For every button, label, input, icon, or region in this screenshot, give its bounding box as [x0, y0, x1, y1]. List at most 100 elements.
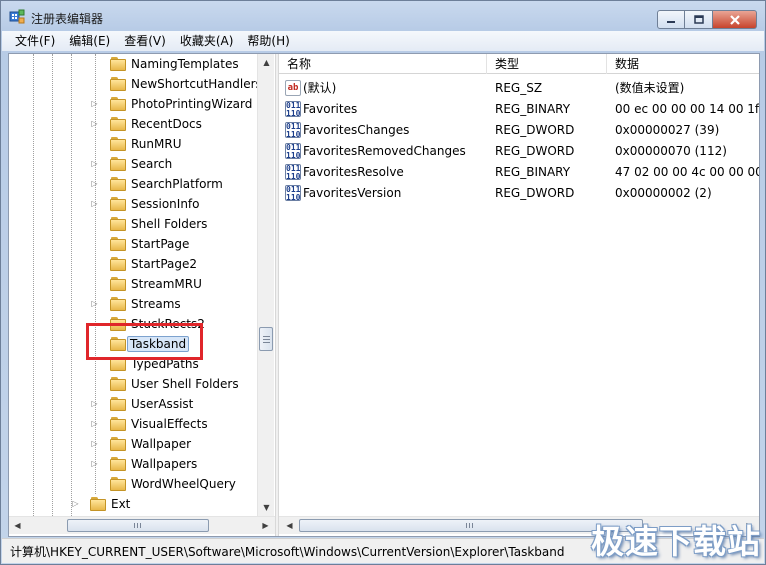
grip-line	[140, 523, 141, 528]
tree-item[interactable]: NewShortcutHandlers	[9, 74, 262, 94]
tree-item[interactable]: ▷ Wallpaper	[9, 434, 257, 454]
expand-arrow-icon[interactable]: ▷	[90, 99, 99, 108]
value-row[interactable]: 011 110 FavoritesResolve REG_BINARY 47 02 0…	[279, 162, 759, 183]
tree-item-label[interactable]: WordWheelQuery	[129, 476, 238, 492]
tree-item-label[interactable]: NewShortcutHandlers	[129, 76, 264, 92]
tree-item[interactable]: StreamMRU	[9, 274, 257, 294]
expand-arrow-icon[interactable]: ▷	[71, 499, 80, 508]
expand-arrow-icon[interactable]: ▷	[90, 419, 99, 428]
tree-item-label[interactable]: Ext	[109, 496, 132, 512]
tree-item[interactable]: ▷ SearchPlatform	[9, 174, 257, 194]
scroll-left-arrow-icon[interactable]: ◀	[281, 517, 298, 534]
menu-file[interactable]: 文件(F)	[8, 31, 62, 51]
folder-icon	[110, 157, 126, 171]
column-header-data[interactable]: 数据	[607, 54, 759, 74]
tree-item-label[interactable]: RunMRU	[129, 136, 183, 152]
scroll-down-arrow-icon[interactable]: ▼	[258, 499, 275, 516]
tree-item-label[interactable]: StartPage2	[129, 256, 199, 272]
tree-item[interactable]: ▷ SessionInfo	[9, 194, 257, 214]
registry-key-tree: NamingTemplates NewShortcutHandlers ▷ Photo…	[9, 54, 275, 536]
maximize-icon	[693, 15, 704, 24]
folder-icon	[110, 397, 126, 411]
scroll-left-arrow-icon[interactable]: ◀	[9, 517, 26, 534]
expand-arrow-icon[interactable]: ▷	[90, 119, 99, 128]
expand-arrow-icon[interactable]: ▷	[90, 179, 99, 188]
expand-arrow-icon[interactable]: ▷	[90, 199, 99, 208]
tree-horizontal-scrollbar[interactable]: ◀ ▶	[9, 516, 275, 534]
scroll-right-arrow-icon[interactable]: ▶	[257, 517, 274, 534]
maximize-button[interactable]	[685, 10, 713, 29]
grip-line	[137, 523, 138, 528]
grip-line	[134, 523, 135, 528]
tree-item[interactable]: RunMRU	[9, 134, 257, 154]
folder-icon	[110, 77, 126, 91]
value-name-cell: (默认)	[303, 81, 337, 95]
folder-icon	[110, 137, 126, 151]
binary-value-icon: 011 110	[285, 122, 301, 139]
tree-item-label[interactable]: PhotoPrintingWizard	[129, 96, 254, 112]
tree-item[interactable]: User Shell Folders	[9, 374, 257, 394]
tree-item-label[interactable]: User Shell Folders	[129, 376, 241, 392]
value-row[interactable]: 011 110 FavoritesChanges REG_DWORD 0x000000…	[279, 120, 759, 141]
tree-item[interactable]: ▷ UserAssist	[9, 394, 257, 414]
column-header-type[interactable]: 类型	[487, 54, 607, 74]
registry-editor-window: 注册表编辑器 文件(F) 编辑(E) 查看(V) 收藏夹(A) 帮助(H) Na…	[0, 0, 766, 565]
tree-item-label[interactable]: UserAssist	[129, 396, 195, 412]
tree-item-label[interactable]: Shell Folders	[129, 216, 209, 232]
close-button[interactable]	[713, 10, 757, 29]
tree-hscroll-thumb[interactable]	[67, 519, 209, 532]
tree-item-label[interactable]: Wallpapers	[129, 456, 199, 472]
title-bar[interactable]: 注册表编辑器	[1, 1, 765, 31]
menu-help[interactable]: 帮助(H)	[240, 31, 296, 51]
menu-bar: 文件(F) 编辑(E) 查看(V) 收藏夹(A) 帮助(H)	[2, 31, 764, 51]
tree-item-label[interactable]: NamingTemplates	[129, 56, 241, 72]
tree-item-label[interactable]: StartPage	[129, 236, 191, 252]
tree-item[interactable]: Shell Folders	[9, 214, 257, 234]
tree-item[interactable]: ▷ PhotoPrintingWizard	[9, 94, 257, 114]
tree-scroll-thumb[interactable]	[259, 327, 273, 351]
tree-item-label[interactable]: VisualEffects	[129, 416, 210, 432]
tree-item-label[interactable]: RecentDocs	[129, 116, 204, 132]
value-row[interactable]: 011 110 Favorites REG_BINARY 00 ec 00 00 00…	[279, 99, 759, 120]
value-row[interactable]: 011 110 FavoritesRemovedChanges REG_DWORD 0…	[279, 141, 759, 162]
menu-edit[interactable]: 编辑(E)	[62, 31, 117, 51]
status-path: 计算机\HKEY_CURRENT_USER\Software\Microsoft…	[10, 545, 565, 559]
tree-item[interactable]: ▷ RecentDocs	[9, 114, 257, 134]
tree-item-label[interactable]: SessionInfo	[129, 196, 202, 212]
tree-item[interactable]: StartPage	[9, 234, 257, 254]
tree-item[interactable]: ▷ VisualEffects	[9, 414, 257, 434]
column-header-name[interactable]: 名称	[279, 54, 487, 74]
expand-arrow-icon[interactable]: ▷	[90, 159, 99, 168]
expand-arrow-icon[interactable]: ▷	[90, 399, 99, 408]
tree-item-label[interactable]: Search	[129, 156, 174, 172]
expand-arrow-icon[interactable]: ▷	[90, 299, 99, 308]
tree-item[interactable]: ▷ Wallpapers	[9, 454, 257, 474]
grip-line	[263, 342, 270, 343]
value-data-cell: 0x00000070 (112)	[615, 144, 727, 158]
value-row[interactable]: ab (默认) REG_SZ (数值未设置)	[279, 78, 759, 99]
tree-item[interactable]: WordWheelQuery	[9, 474, 257, 494]
tree-item-label[interactable]: StreamMRU	[129, 276, 204, 292]
tree-item-label[interactable]: Wallpaper	[129, 436, 193, 452]
menu-view[interactable]: 查看(V)	[117, 31, 173, 51]
tree-item[interactable]: ▷ Ext	[9, 494, 257, 514]
tree-item-label[interactable]: Streams	[129, 296, 183, 312]
menu-favorites[interactable]: 收藏夹(A)	[173, 31, 241, 51]
expand-arrow-icon[interactable]: ▷	[90, 439, 99, 448]
tree-item[interactable]: ▷ Streams	[9, 294, 257, 314]
expand-arrow-icon[interactable]: ▷	[90, 459, 99, 468]
value-row[interactable]: 011 110 FavoritesVersion REG_DWORD 0x000000…	[279, 183, 759, 204]
value-name-cell: Favorites	[303, 102, 358, 116]
scroll-up-arrow-icon[interactable]: ▲	[258, 54, 275, 71]
tree-item-label[interactable]: SearchPlatform	[129, 176, 225, 192]
minimize-button[interactable]	[657, 10, 685, 29]
value-name-cell: FavoritesChanges	[303, 123, 410, 137]
tree-vertical-scrollbar[interactable]: ▲ ▼	[257, 54, 274, 516]
tree-item[interactable]: NamingTemplates	[9, 54, 257, 74]
binary-value-icon: 011 110	[285, 185, 301, 202]
string-value-icon: ab	[285, 80, 301, 96]
tree-item[interactable]: ▷ Search	[9, 154, 257, 174]
value-type-cell: REG_SZ	[495, 81, 543, 95]
window-controls	[657, 10, 757, 30]
tree-item[interactable]: StartPage2	[9, 254, 257, 274]
